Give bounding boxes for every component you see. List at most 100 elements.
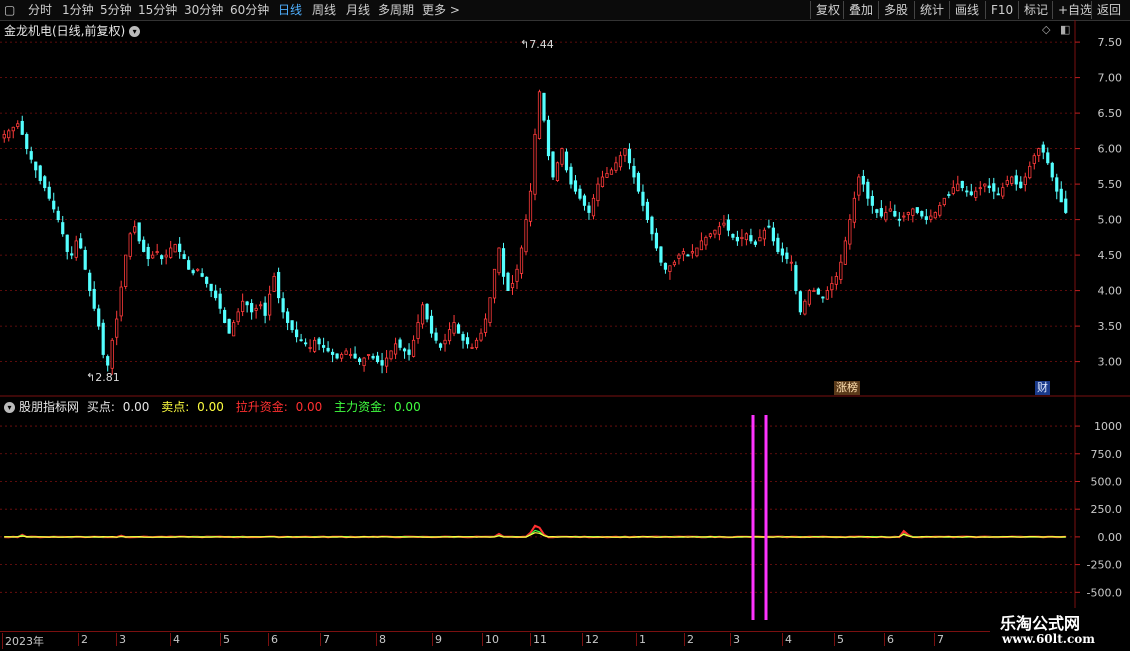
candle-body (353, 353, 357, 359)
candle-body (515, 268, 519, 282)
candle-body (38, 165, 42, 181)
signal-bar (751, 415, 755, 620)
candle-body (659, 246, 663, 263)
candle-body (618, 155, 623, 168)
candle-body (286, 311, 290, 323)
indicator-tick-label: 750.0 (1091, 448, 1123, 461)
event-badge-zhangbang[interactable]: 涨榜 (834, 381, 860, 395)
candle-body (686, 254, 690, 257)
candle-body (672, 261, 677, 266)
candle-body (344, 350, 348, 355)
multi-stock-button[interactable]: 多股 (878, 1, 913, 19)
candle-body (762, 229, 766, 240)
candle-body (146, 246, 150, 260)
period-tab-1min[interactable]: 1分钟 (62, 2, 94, 18)
price-tick-label: 4.50 (1098, 249, 1123, 262)
time-axis-label: 4 (170, 633, 180, 646)
candle-body (402, 348, 407, 352)
candle-body (699, 240, 704, 251)
candle-body (528, 190, 533, 222)
candle-body (187, 260, 191, 270)
indicator-chevron-icon[interactable]: ▾ (4, 402, 15, 413)
candle-body (519, 247, 524, 274)
back-button[interactable]: 返回 (1091, 1, 1126, 19)
candle-body (1014, 175, 1018, 185)
candle-body (393, 343, 398, 355)
period-tab-monthly[interactable]: 月线 (346, 2, 370, 18)
buy-point-label: 买点: 0.00 (86, 400, 150, 414)
candle-body (97, 308, 101, 327)
candle-body (317, 338, 321, 345)
indicator-name[interactable]: 股朋指标网 (19, 400, 79, 414)
candle-body (155, 251, 159, 254)
statistics-button[interactable]: 统计 (914, 1, 949, 19)
period-tab-more[interactable]: 更多 > (422, 2, 460, 18)
candle-body (965, 190, 969, 193)
price-tick-label: 6.00 (1098, 143, 1123, 156)
period-tab-multi[interactable]: 多周期 (378, 2, 414, 18)
time-axis-label: 3 (116, 633, 126, 646)
time-axis-label: 6 (268, 633, 278, 646)
candle-body (753, 241, 757, 245)
candle-body (263, 302, 267, 316)
candle-body (434, 332, 438, 341)
candle-body (29, 151, 33, 160)
candle-body (214, 290, 218, 299)
candle-body (785, 252, 789, 260)
candle-body (1064, 198, 1068, 213)
period-tab-5min[interactable]: 5分钟 (100, 2, 132, 18)
mark-button[interactable]: 标记 (1018, 1, 1053, 19)
candle-body (366, 354, 371, 356)
candle-body (726, 219, 731, 231)
period-tab-daily[interactable]: 日线 (278, 2, 302, 18)
candle-body (321, 345, 326, 348)
period-tab-15min[interactable]: 15分钟 (138, 2, 177, 18)
candle-body (452, 322, 456, 334)
candle-body (605, 173, 609, 178)
candle-body (79, 238, 83, 249)
period-tab-30min[interactable]: 30分钟 (184, 2, 223, 18)
price-tick-label: 3.00 (1098, 356, 1123, 369)
low-price-label: ↰2.81 (86, 371, 120, 384)
candle-body (587, 205, 591, 213)
candle-body (119, 286, 123, 317)
time-axis-label: 10 (482, 633, 499, 646)
candle-body (996, 193, 1000, 196)
menu-square-icon[interactable]: ▢ (4, 2, 15, 18)
candle-body (227, 318, 231, 334)
kline-chart[interactable]: 7.50 7.00 6.50 6.00 5.50 5.00 4.50 4.00 3.50 3.00… (0, 20, 1130, 630)
candle-body (1028, 165, 1032, 179)
candle-body (196, 268, 200, 271)
time-axis-label: 2 (684, 633, 694, 646)
candle-body (992, 183, 996, 192)
watermark-url: www.60lt.com (1002, 632, 1095, 646)
candle-body (398, 339, 402, 348)
price-tick-label: 3.50 (1098, 320, 1123, 333)
candle-body (803, 300, 807, 315)
candle-body (1046, 152, 1050, 164)
candle-body (272, 275, 276, 292)
overlay-button[interactable]: 叠加 (843, 1, 878, 19)
f10-button[interactable]: F10 (985, 1, 1018, 19)
candle-body (160, 255, 164, 260)
candle-body (416, 322, 420, 339)
candle-body (906, 212, 910, 215)
candle-body (295, 329, 299, 338)
candle-body (250, 303, 254, 313)
fuquan-button[interactable]: 复权 (810, 1, 845, 19)
period-tab-60min[interactable]: 60分钟 (230, 2, 269, 18)
event-badge-finance[interactable]: 财 (1035, 381, 1050, 395)
period-tab-fenshi[interactable]: 分时 (28, 2, 52, 18)
candle-body (677, 254, 681, 259)
period-tab-weekly[interactable]: 周线 (312, 2, 336, 18)
main-funds-label: 主力资金: 0.00 (334, 400, 421, 414)
candle-body (124, 254, 128, 287)
candle-body (758, 236, 762, 242)
draw-line-button[interactable]: 画线 (949, 1, 984, 19)
candle-body (722, 222, 726, 226)
candle-body (681, 251, 686, 255)
candle-body (695, 247, 699, 257)
candle-body (789, 261, 793, 264)
candle-body (1037, 148, 1041, 156)
candle-body (2, 134, 6, 139)
